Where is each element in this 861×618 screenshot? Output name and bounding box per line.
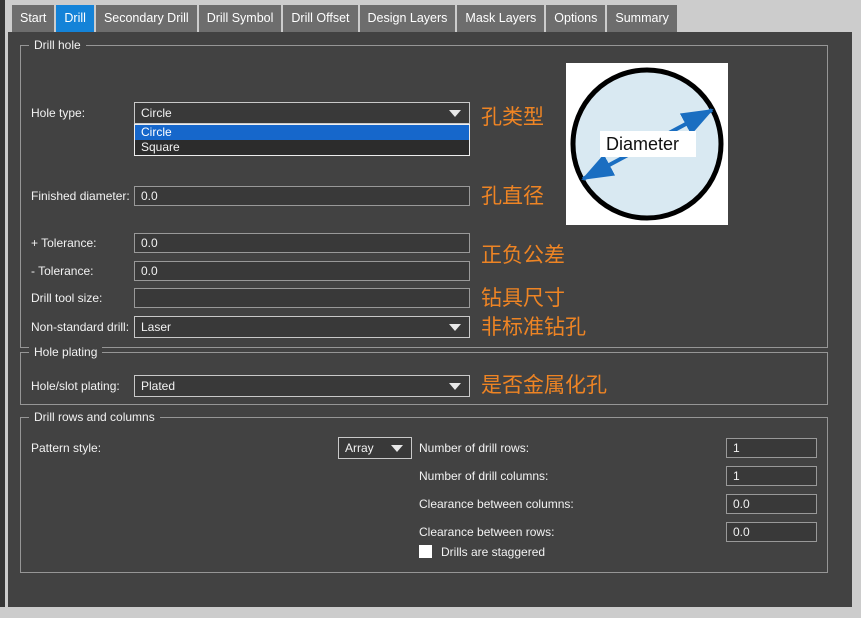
- drill-hole-group: Drill hole Hole type: Circle Circle Squa…: [20, 45, 828, 348]
- chevron-down-icon: [391, 445, 403, 452]
- pattern-style-combobox[interactable]: Array: [338, 437, 412, 459]
- hole-type-dropdown-list: Circle Square: [134, 124, 470, 156]
- tab-bar: Start Drill Secondary Drill Drill Symbol…: [12, 5, 677, 32]
- tab-drill[interactable]: Drill: [56, 5, 94, 32]
- hole-type-value: Circle: [135, 106, 449, 120]
- hole-type-label: Hole type:: [31, 103, 85, 124]
- hole-plating-group: Hole plating Hole/slot plating: Plated 是…: [20, 352, 828, 405]
- annotation-hole-type: 孔类型: [481, 106, 544, 129]
- finished-diameter-input[interactable]: [134, 186, 470, 206]
- chevron-down-icon: [449, 324, 461, 331]
- tab-drill-offset[interactable]: Drill Offset: [283, 5, 357, 32]
- drill-rows-label: Number of drill rows:: [419, 438, 529, 459]
- window-left-edge: [0, 0, 5, 607]
- drill-settings-window: Start Drill Secondary Drill Drill Symbol…: [0, 0, 861, 618]
- hole-slot-plating-label: Hole/slot plating:: [31, 376, 120, 397]
- drill-tool-size-input[interactable]: [134, 288, 470, 308]
- drill-rows-columns-group-label: Drill rows and columns: [29, 410, 160, 424]
- annotation-tolerance: 正负公差: [481, 244, 565, 267]
- tab-drill-symbol[interactable]: Drill Symbol: [199, 5, 282, 32]
- pattern-style-label: Pattern style:: [31, 438, 101, 459]
- clearance-columns-label: Clearance between columns:: [419, 494, 574, 515]
- hole-slot-plating-value: Plated: [135, 379, 449, 393]
- minus-tolerance-label: - Tolerance:: [31, 261, 93, 282]
- clearance-rows-label: Clearance between rows:: [419, 522, 554, 543]
- tab-mask-layers[interactable]: Mask Layers: [457, 5, 544, 32]
- diameter-label: Diameter: [606, 134, 679, 154]
- non-standard-drill-value: Laser: [135, 320, 449, 334]
- pattern-style-value: Array: [339, 441, 391, 455]
- annotation-non-standard-drill: 非标准钻孔: [481, 316, 586, 339]
- annotation-finished-diameter: 孔直径: [481, 185, 544, 208]
- tab-summary[interactable]: Summary: [607, 5, 676, 32]
- drill-hole-group-label: Drill hole: [29, 38, 86, 52]
- hole-type-option-square[interactable]: Square: [135, 140, 469, 155]
- minus-tolerance-input[interactable]: [134, 261, 470, 281]
- diameter-diagram: Diameter: [566, 63, 728, 230]
- drills-staggered-label: Drills are staggered: [441, 542, 545, 563]
- finished-diameter-label: Finished diameter:: [31, 186, 130, 207]
- drill-columns-label: Number of drill columns:: [419, 466, 548, 487]
- clearance-rows-input[interactable]: [726, 522, 817, 542]
- tab-options[interactable]: Options: [546, 5, 605, 32]
- non-standard-drill-combobox[interactable]: Laser: [134, 316, 470, 338]
- drill-tool-size-label: Drill tool size:: [31, 288, 102, 309]
- tab-design-layers[interactable]: Design Layers: [360, 5, 456, 32]
- hole-slot-plating-combobox[interactable]: Plated: [134, 375, 470, 397]
- tab-start[interactable]: Start: [12, 5, 54, 32]
- hole-type-combobox[interactable]: Circle: [134, 102, 470, 124]
- non-standard-drill-label: Non-standard drill:: [31, 317, 129, 338]
- drill-rows-input[interactable]: [726, 438, 817, 458]
- plus-tolerance-label: + Tolerance:: [31, 233, 97, 254]
- drill-columns-input[interactable]: [726, 466, 817, 486]
- annotation-drill-tool-size: 钻具尺寸: [481, 287, 565, 310]
- annotation-hole-plating: 是否金属化孔: [481, 374, 607, 397]
- clearance-columns-input[interactable]: [726, 494, 817, 514]
- drill-tab-panel: Drill hole Hole type: Circle Circle Squa…: [8, 32, 852, 607]
- hole-type-option-circle[interactable]: Circle: [135, 125, 469, 140]
- chevron-down-icon: [449, 110, 461, 117]
- chevron-down-icon: [449, 383, 461, 390]
- drills-staggered-checkbox[interactable]: [419, 545, 432, 558]
- hole-plating-group-label: Hole plating: [29, 345, 102, 359]
- tab-secondary-drill[interactable]: Secondary Drill: [96, 5, 197, 32]
- drill-rows-columns-group: Drill rows and columns Pattern style: Ar…: [20, 417, 828, 573]
- plus-tolerance-input[interactable]: [134, 233, 470, 253]
